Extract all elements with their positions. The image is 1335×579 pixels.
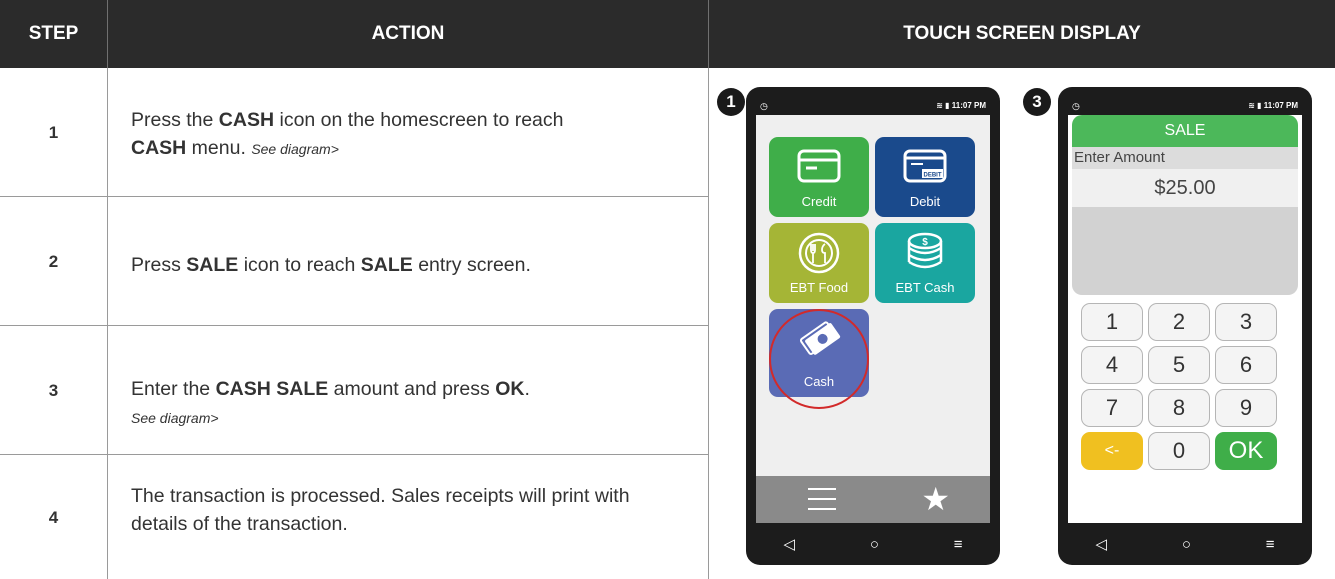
key-5[interactable]: 5	[1148, 346, 1210, 384]
ebt-food-tile[interactable]: EBT Food	[769, 223, 869, 303]
card-icon	[769, 149, 869, 183]
ok-key[interactable]: OK	[1215, 432, 1277, 470]
table-row: 2 Press SALE icon to reach SALE entry sc…	[0, 197, 709, 326]
credit-tile[interactable]: Credit	[769, 137, 869, 217]
home-icon[interactable]: ○	[1182, 536, 1191, 553]
text-part: amount and press	[328, 378, 496, 400]
key-8[interactable]: 8	[1148, 389, 1210, 427]
bottom-bar: ★	[756, 476, 990, 523]
clock-icon: ◷	[1072, 101, 1080, 111]
table-row: 4 The transaction is processed. Sales re…	[0, 456, 709, 579]
home-icon[interactable]: ○	[870, 536, 879, 553]
text-bold: CASH SALE	[215, 378, 329, 400]
see-diagram-note: See diagram>	[251, 141, 339, 157]
status-right: ≋ ▮ 11:07 PM	[1248, 101, 1298, 110]
back-icon[interactable]: ◁	[1095, 535, 1107, 553]
text-part: Press the	[131, 109, 219, 131]
battery-icon: ▮	[945, 101, 950, 110]
recents-icon[interactable]: ≡	[954, 536, 963, 553]
wifi-icon: ≋	[936, 101, 943, 110]
tile-label: EBT Food	[789, 280, 849, 295]
tile-label: Credit	[801, 194, 837, 209]
table-row: 1 Press the CASH icon on the homescreen …	[0, 68, 709, 197]
home-screen: Credit DEBIT Debit EBT Food $ EBT Cash C…	[756, 115, 990, 523]
ebt-cash-tile[interactable]: $ EBT Cash	[875, 223, 975, 303]
star-icon[interactable]: ★	[921, 482, 950, 516]
text-part: icon on the homescreen to reach	[274, 109, 564, 131]
step-number: 2	[48, 251, 59, 271]
amount-display: $25.00	[1072, 169, 1298, 207]
status-bar: ◷ ≋ ▮ 11:07 PM	[756, 101, 990, 113]
step-badge: 3	[1023, 88, 1051, 116]
key-0[interactable]: 0	[1148, 432, 1210, 470]
key-4[interactable]: 4	[1081, 346, 1143, 384]
header-step: STEP	[28, 23, 79, 44]
text-bold: SALE	[360, 254, 413, 276]
action-text: Press the CASH icon on the homescreen to…	[131, 106, 691, 163]
text-part: The transaction is processed. Sales rece…	[131, 485, 630, 535]
key-7[interactable]: 7	[1081, 389, 1143, 427]
status-right: ≋ ▮ 11:07 PM	[936, 101, 986, 110]
recents-icon[interactable]: ≡	[1266, 536, 1275, 553]
debit-card-icon: DEBIT	[875, 149, 975, 183]
sale-screen: SALE Enter Amount $25.00 1 2 3 4 5 6 7 8…	[1068, 115, 1302, 523]
text-bold: SALE	[186, 254, 239, 276]
battery-icon: ▮	[1257, 101, 1262, 110]
coins-icon: $	[875, 231, 975, 275]
header-touch-screen-display: TOUCH SCREEN DISPLAY	[903, 23, 1141, 44]
sale-title: SALE	[1072, 115, 1298, 147]
text-part: entry screen.	[412, 254, 531, 276]
backspace-key[interactable]: <-	[1081, 432, 1143, 470]
step-badge: 1	[717, 88, 745, 116]
status-time: 11:07 PM	[951, 101, 986, 110]
key-6[interactable]: 6	[1215, 346, 1277, 384]
text-part: Press	[131, 254, 187, 276]
svg-text:$: $	[922, 237, 928, 248]
text-bold: OK	[495, 378, 525, 400]
android-nav-bar: ◁ ○ ≡	[1058, 531, 1312, 557]
key-1[interactable]: 1	[1081, 303, 1143, 341]
key-2[interactable]: 2	[1148, 303, 1210, 341]
text-bold: CASH	[218, 109, 275, 131]
step-number: 4	[48, 507, 59, 527]
highlight-circle	[769, 309, 869, 409]
android-nav-bar: ◁ ○ ≡	[746, 531, 1000, 557]
text-part: menu.	[186, 137, 252, 159]
header-action: ACTION	[371, 23, 445, 44]
step-number: 1	[48, 122, 59, 142]
action-text: Press SALE icon to reach SALE entry scre…	[131, 251, 691, 279]
status-time: 11:07 PM	[1263, 101, 1298, 110]
text-part: icon to reach	[238, 254, 361, 276]
debit-card-text: DEBIT	[924, 173, 942, 179]
text-part: Enter the	[131, 378, 216, 400]
phone-homescreen: ◷ ≋ ▮ 11:07 PM Credit DEBIT Debit EBT Fo	[746, 87, 1000, 565]
debit-tile[interactable]: DEBIT Debit	[875, 137, 975, 217]
table-row: 3 Enter the CASH SALE amount and press O…	[0, 326, 709, 455]
key-9[interactable]: 9	[1215, 389, 1277, 427]
wifi-icon: ≋	[1248, 101, 1255, 110]
tile-label: EBT Cash	[895, 280, 955, 295]
status-bar: ◷ ≋ ▮ 11:07 PM	[1068, 101, 1302, 113]
step-number: 3	[48, 380, 59, 400]
enter-amount-label: Enter Amount	[1072, 147, 1298, 169]
text-part: .	[524, 378, 530, 400]
fork-spoon-icon	[769, 231, 869, 275]
menu-icon[interactable]	[808, 488, 836, 510]
table-header: STEP ACTION TOUCH SCREEN DISPLAY	[0, 0, 1335, 68]
action-text: Enter the CASH SALE amount and press OK.…	[131, 375, 691, 432]
back-icon[interactable]: ◁	[783, 535, 795, 553]
action-text: The transaction is processed. Sales rece…	[131, 482, 671, 538]
clock-icon: ◷	[760, 101, 768, 111]
tile-label: Debit	[909, 194, 941, 209]
phone-sale-screen: ◷ ≋ ▮ 11:07 PM SALE Enter Amount $25.00 …	[1058, 87, 1312, 565]
see-diagram-note: See diagram>	[131, 410, 219, 426]
amount-area	[1072, 207, 1298, 295]
key-3[interactable]: 3	[1215, 303, 1277, 341]
text-bold: CASH	[131, 137, 187, 159]
